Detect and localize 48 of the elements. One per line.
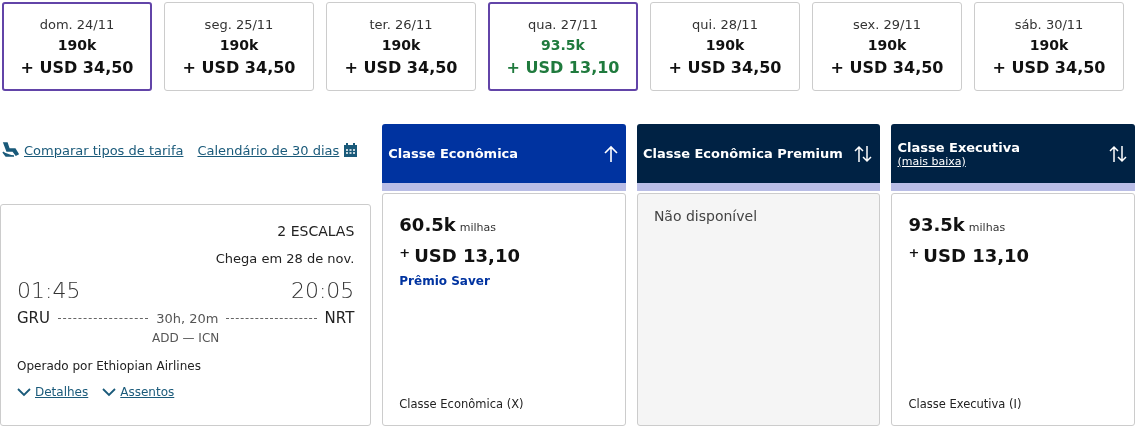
stops-label: 2 ESCALAS <box>277 223 355 239</box>
departure-time: 01:45 <box>17 278 81 303</box>
miles-amount: 93.5k <box>908 214 965 235</box>
lowest-link[interactable]: (mais baixa) <box>897 154 1020 168</box>
date-card[interactable]: seg. 25/11 190k + USD 34,50 <box>164 2 314 91</box>
origin-code: GRU <box>17 309 51 327</box>
chevron-down-icon <box>17 387 31 397</box>
compare-fares-link[interactable]: Comparar tipos de tarifa <box>24 142 184 158</box>
date-card[interactable]: sáb. 30/11 190k + USD 34,50 <box>974 2 1124 91</box>
cabin-title: Classe Econômica <box>388 146 519 161</box>
sort-arrows-icon[interactable] <box>854 144 873 163</box>
award-label: Prêmio Saver <box>399 274 491 288</box>
fare-class: Classe Econômica (X) <box>399 397 525 411</box>
plus-sign: + <box>399 245 411 260</box>
unavailable-text: Não disponível <box>653 208 759 224</box>
fare-price: USD 13,10 <box>414 245 520 266</box>
date-card[interactable]: qua. 27/11 93.5k + USD 13,10 <box>488 2 638 91</box>
arrival-time: 20:05 <box>290 278 355 303</box>
plus-sign: + <box>908 245 920 260</box>
seats-link[interactable]: Assentos <box>102 385 175 399</box>
miles-unit: milhas <box>459 221 496 234</box>
fare-card[interactable]: 60.5k milhas + USD 13,10 Prêmio Saver Classe Econômica (X) <box>382 193 626 426</box>
arrival-note: Chega em 28 de nov. <box>215 251 355 266</box>
date-card[interactable]: ter. 26/11 190k + USD 34,50 <box>326 2 476 91</box>
date-card[interactable]: qui. 28/11 190k + USD 34,50 <box>650 2 800 91</box>
cabin-header[interactable]: Classe Econômica Premium <box>636 124 881 191</box>
date-card[interactable]: dom. 24/11 190k + USD 34,50 <box>2 2 152 91</box>
destination-code: NRT <box>324 309 355 327</box>
chevron-down-icon <box>102 387 117 397</box>
cabin-title: Classe Executiva <box>897 139 1020 155</box>
calendar-icon <box>343 142 359 158</box>
calendar-link[interactable]: Calendário de 30 dias <box>197 142 340 158</box>
miles-unit: milhas <box>968 221 1006 234</box>
cabin-header[interactable]: Classe Econômica <box>382 124 626 191</box>
sort-arrows-icon[interactable] <box>1109 144 1127 163</box>
arrow-up-icon[interactable] <box>603 144 618 163</box>
seat-icon <box>2 142 20 158</box>
duration: 30h, 20m <box>156 310 219 326</box>
cabin-title: Classe Econômica Premium <box>642 146 843 161</box>
fare-class: Classe Executiva (I) <box>908 397 1023 411</box>
operator-text: Operado por Ethiopian Airlines <box>17 359 202 373</box>
date-card[interactable]: sex. 29/11 190k + USD 34,50 <box>812 2 962 91</box>
fare-price: USD 13,10 <box>923 245 1030 266</box>
details-link[interactable]: Detalhes <box>17 385 89 399</box>
miles-amount: 60.5k <box>399 214 456 235</box>
layovers: ADD — ICN <box>152 331 220 345</box>
cabin-header[interactable]: Classe Executiva (mais baixa) <box>891 124 1135 191</box>
fare-card[interactable]: 93.5k milhas + USD 13,10 Classe Executiva (I) <box>891 193 1135 426</box>
